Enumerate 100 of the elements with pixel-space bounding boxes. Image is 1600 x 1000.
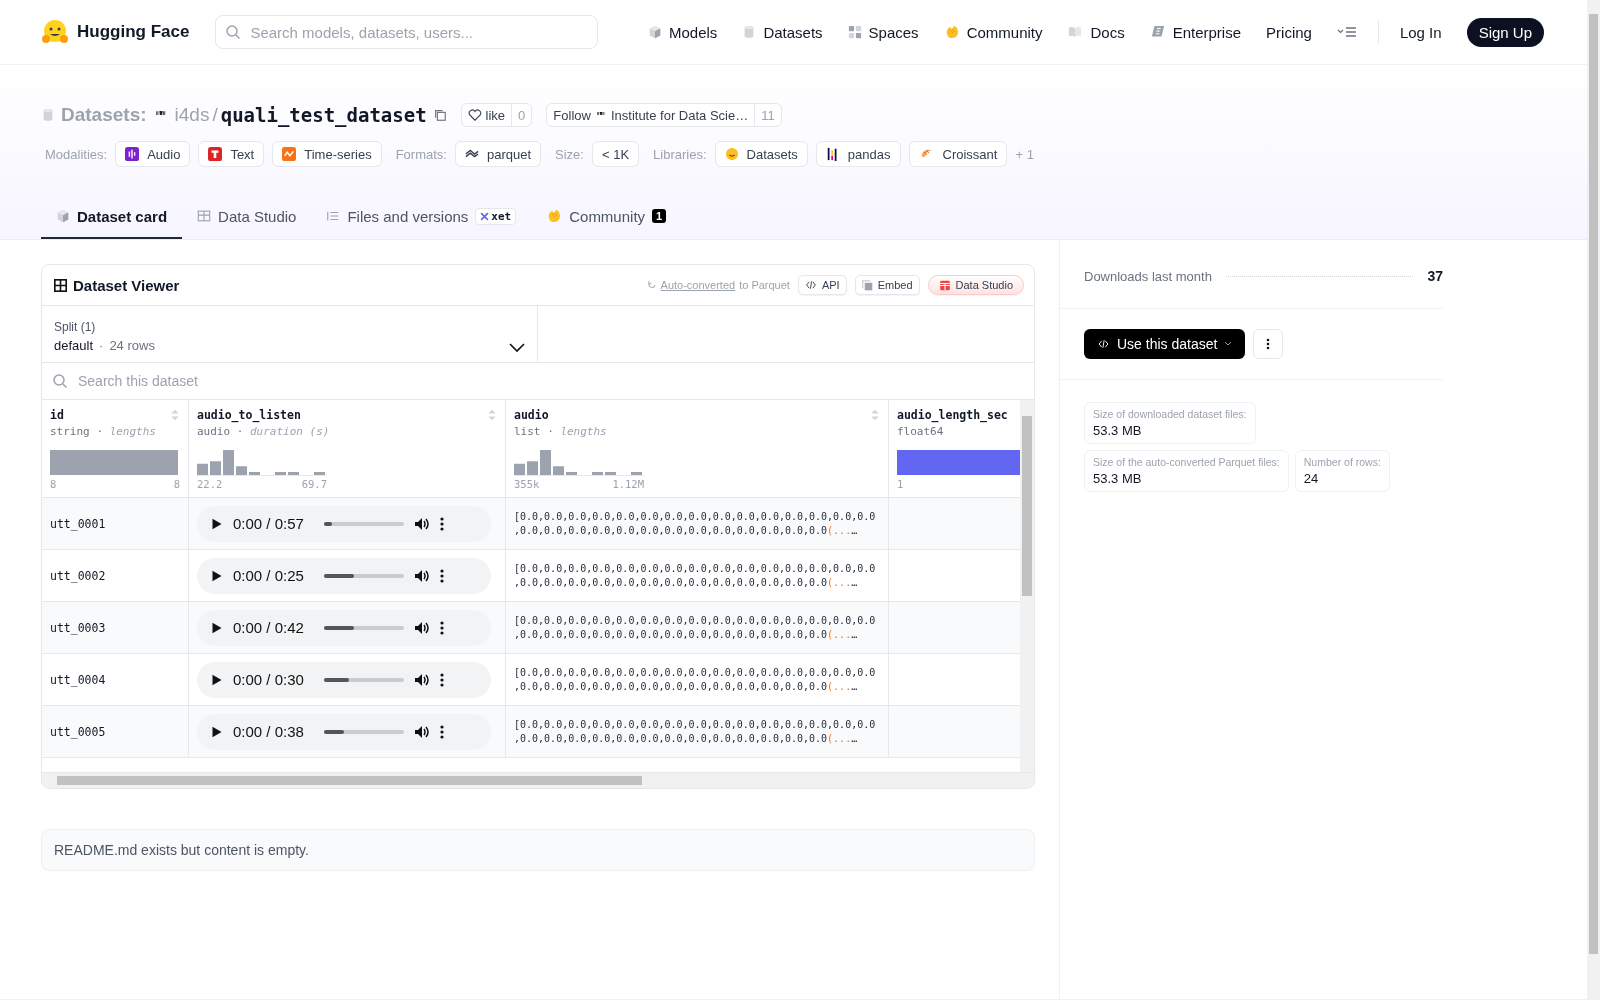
split-dropdown[interactable]: Split (1) default · 24 rows xyxy=(42,306,538,362)
tag[interactable]: < 1K xyxy=(591,141,640,167)
downloads-count: 37 xyxy=(1427,268,1443,284)
nav-link[interactable]: Datasets xyxy=(742,23,823,41)
like-control[interactable]: like 0 xyxy=(460,103,533,127)
signup-button[interactable]: Sign Up xyxy=(1466,17,1544,47)
follow-control[interactable]: Follow Institute for Data Scie… 11 xyxy=(546,103,782,127)
tab[interactable]: Files and versions xet xyxy=(311,195,532,239)
scrollbar[interactable] xyxy=(42,772,1034,788)
seek-slider[interactable] xyxy=(323,729,404,734)
time-label: 0:00 / 0:38 xyxy=(233,723,304,740)
column-type: list · lengths xyxy=(514,425,608,438)
seek-slider[interactable] xyxy=(323,573,404,578)
seek-slider[interactable] xyxy=(323,677,404,682)
sort-icon xyxy=(870,408,880,422)
tag[interactable]: Text xyxy=(198,141,265,167)
table-icon xyxy=(938,279,951,291)
cross-icon xyxy=(480,211,490,221)
range-min: 8 xyxy=(50,478,57,490)
data-studio-button[interactable]: Data Studio xyxy=(927,275,1024,295)
scrollbar[interactable] xyxy=(1020,400,1034,772)
tag[interactable]: pandas xyxy=(815,141,901,167)
tab[interactable]: Dataset card xyxy=(41,195,183,239)
table-cell: utt_0001 xyxy=(50,516,106,531)
audio-player[interactable]: 0:00 / 0:38 xyxy=(197,713,491,750)
table-cell: [0.0,0.0,0.0,0.0,0.0,0.0,0.0,0.0,0.0,0.0,0.0,0.0,0.0,0.0,0.0 ,0.0,0.0,0.0,0.0,0.0,0.0,0.0,0.0,0.0,0.0,0.0,0.0,0.0(...… xyxy=(514,665,876,694)
time-label: 0:00 / 0:30 xyxy=(233,671,304,688)
audio-player[interactable]: 0:00 / 0:30 xyxy=(197,661,491,698)
column-name[interactable]: id xyxy=(50,408,64,422)
play-icon xyxy=(211,724,223,739)
table-cell: [0.0,0.0,0.0,0.0,0.0,0.0,0.0,0.0,0.0,0.0,0.0,0.0,0.0,0.0,0.0 ,0.0,0.0,0.0,0.0,0.0,0.0,0.0,0.0,0.0,0.0,0.0,0.0,0.0(...… xyxy=(514,613,876,642)
tag[interactable]: Audio xyxy=(115,141,191,167)
scrollbar[interactable] xyxy=(1587,0,1600,1000)
dataset-name[interactable]: quali_test_dataset xyxy=(220,104,427,126)
dataset-search-field[interactable]: Search this dataset xyxy=(42,363,1034,399)
range-max: 8 xyxy=(173,478,180,490)
column-type: float64 xyxy=(897,425,945,438)
column-name[interactable]: audio xyxy=(514,408,549,422)
time-label: 0:00 / 0:42 xyxy=(233,619,304,636)
smiley-logo-icon xyxy=(41,19,69,45)
nav-link[interactable]: Pricing xyxy=(1266,23,1312,41)
menu-icon xyxy=(1336,25,1357,39)
search-field[interactable]: Search models, datasets, users... xyxy=(215,15,599,49)
audio-player[interactable]: 0:00 / 0:25 xyxy=(197,557,491,594)
login-link[interactable]: Log In xyxy=(1399,23,1442,41)
api-button[interactable]: API xyxy=(797,275,847,295)
audio-player[interactable]: 0:00 / 0:57 xyxy=(197,505,491,542)
nav-link[interactable]: Enterprise xyxy=(1149,23,1242,41)
brand-name[interactable]: Hugging Face xyxy=(77,22,190,42)
seek-slider[interactable] xyxy=(323,521,404,526)
range-min: 1 xyxy=(897,478,904,490)
stat-label: Size of the auto-converted Parquet files: xyxy=(1093,456,1280,468)
seek-slider[interactable] xyxy=(323,625,404,630)
audio-player[interactable]: 0:00 / 0:42 xyxy=(197,609,491,646)
code-icon xyxy=(804,280,817,290)
play-icon xyxy=(211,672,223,687)
column-type: string · lengths xyxy=(50,425,157,438)
copy-icon xyxy=(432,108,447,122)
table-cell: utt_0002 xyxy=(50,568,106,583)
use-dataset-button[interactable]: Use this dataset xyxy=(1084,329,1246,359)
waveform-icon xyxy=(125,147,140,161)
tag-group-label: Modalities: xyxy=(45,146,108,162)
column-name[interactable]: audio_to_listen xyxy=(197,408,301,422)
badge-icon xyxy=(1149,25,1166,39)
tag[interactable]: parquet xyxy=(454,141,542,167)
file-list-icon xyxy=(326,209,341,223)
menu-button[interactable] xyxy=(1336,25,1357,39)
nav-link[interactable]: Models xyxy=(648,23,718,41)
tag[interactable]: Datasets xyxy=(714,141,808,167)
search-icon xyxy=(225,24,242,40)
search-icon xyxy=(52,373,68,389)
nav-link[interactable]: Spaces xyxy=(847,23,919,41)
code-icon xyxy=(1097,339,1110,349)
caret-icon xyxy=(1224,341,1233,347)
heart-icon xyxy=(467,108,482,122)
more-icon xyxy=(439,723,444,740)
count-badge: 1 xyxy=(652,209,667,223)
play-icon xyxy=(211,620,223,635)
range-min: 355k xyxy=(514,478,540,490)
column-name[interactable]: audio_length_sec xyxy=(897,408,1008,422)
tag[interactable]: Time-series xyxy=(272,141,382,167)
path-separator: / xyxy=(212,104,218,126)
cube-icon xyxy=(648,25,662,39)
column-type: audio · duration (s) xyxy=(197,425,331,438)
tab[interactable]: Community 1 xyxy=(531,195,682,239)
column-header[interactable]: id string · lengths 8 8 xyxy=(42,400,189,498)
tag-group-label: Libraries: xyxy=(653,146,707,162)
table-cell: utt_0005 xyxy=(50,724,106,739)
embed-button[interactable]: Embed xyxy=(854,275,920,295)
tab[interactable]: Data Studio xyxy=(182,195,312,239)
stat-label: Size of downloaded dataset files: xyxy=(1093,408,1247,420)
tag[interactable]: Croissant xyxy=(908,141,1008,167)
more-icon xyxy=(439,567,444,584)
nav-link[interactable]: Community xyxy=(943,23,1043,41)
stat-value: 53.3 MB xyxy=(1093,471,1143,486)
table-icon xyxy=(54,278,67,292)
smiley-icon xyxy=(724,147,739,161)
viewer-title: Dataset Viewer xyxy=(54,276,180,294)
nav-link[interactable]: Docs xyxy=(1067,23,1125,41)
stat-label: Number of rows: xyxy=(1303,456,1381,468)
